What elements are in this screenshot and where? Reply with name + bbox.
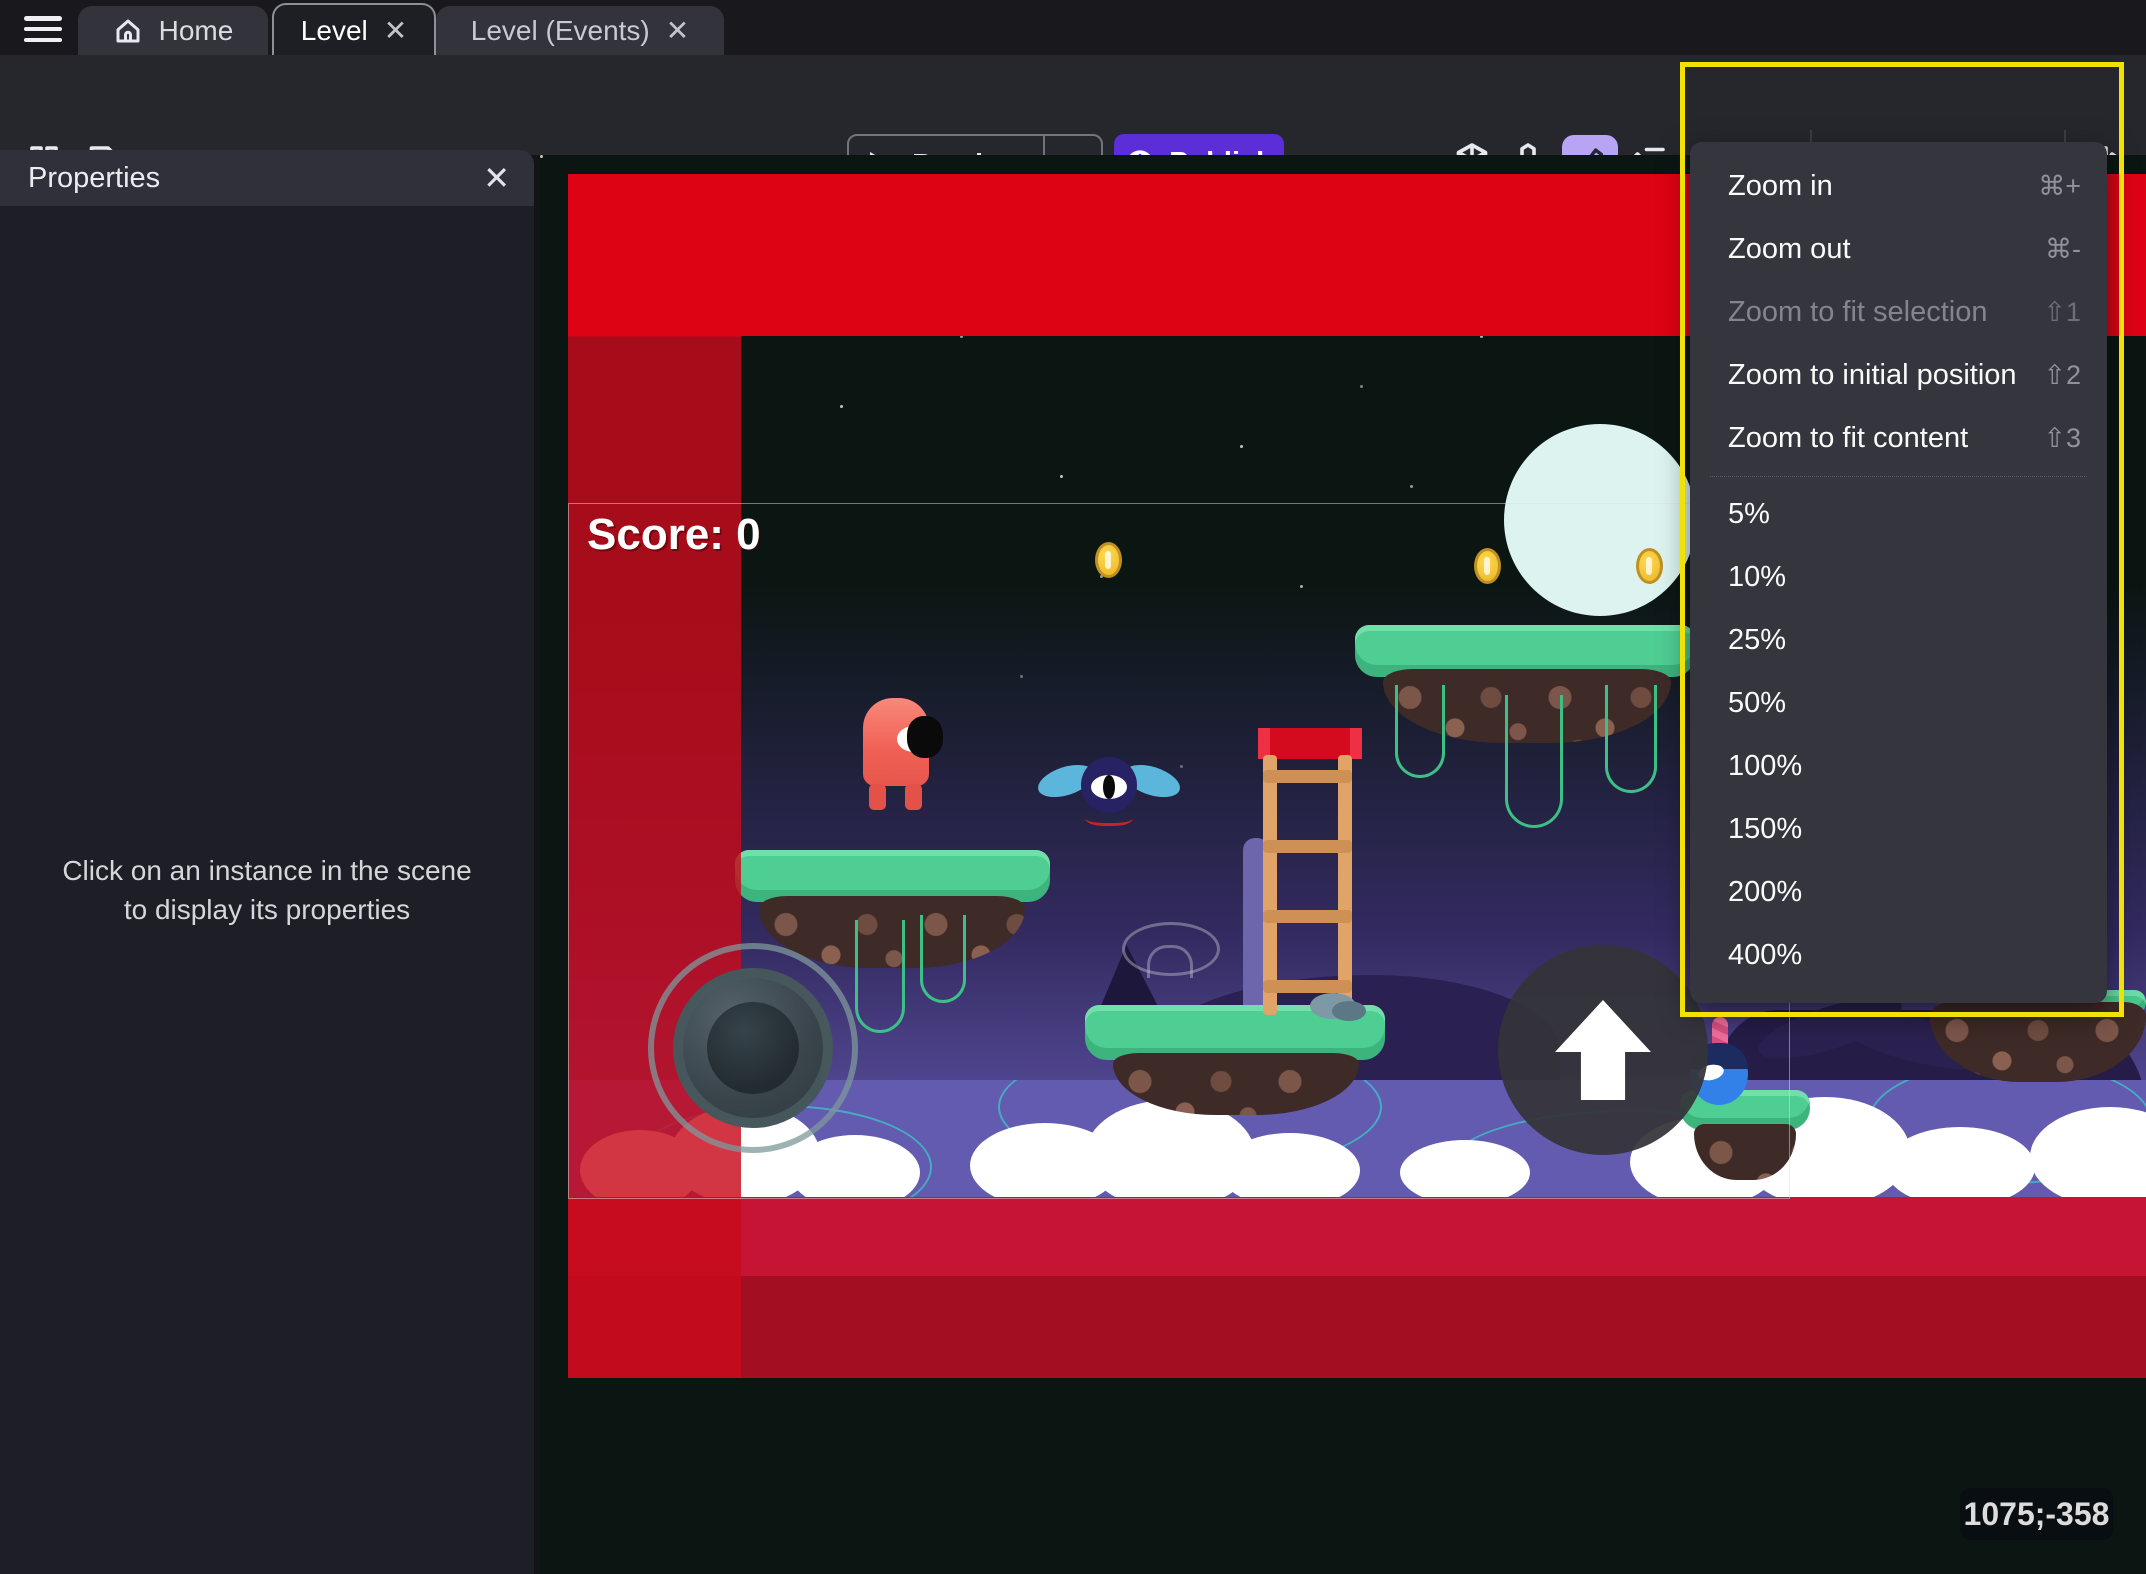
menu-item-zoom-out[interactable]: Zoom out ⌘- xyxy=(1690,218,2107,281)
menu-item-zoom-100[interactable]: 100% xyxy=(1690,735,2107,798)
properties-panel-body: Click on an instance in the scene to dis… xyxy=(0,206,534,1574)
stars xyxy=(540,155,543,158)
close-icon[interactable]: ✕ xyxy=(483,162,510,194)
up-arrow-icon xyxy=(1555,1000,1651,1100)
close-tab-icon[interactable]: ✕ xyxy=(666,16,689,45)
cloud xyxy=(1885,1127,2035,1207)
properties-empty-message: Click on an instance in the scene to dis… xyxy=(62,854,472,925)
coin-sprite[interactable] xyxy=(1636,548,1663,584)
menu-item-zoom-200[interactable]: 200% xyxy=(1690,861,2107,924)
gdevelop-app: Home Level ✕ Level (Events) ✕ Preview xyxy=(0,0,2146,1574)
coin-sprite[interactable] xyxy=(1474,548,1501,584)
menu-item-zoom-10[interactable]: 10% xyxy=(1690,546,2107,609)
menu-item-zoom-fit-selection: Zoom to fit selection ⇧1 xyxy=(1728,296,2081,328)
properties-panel-header: Properties ✕ xyxy=(0,150,534,206)
red-floor-lower[interactable] xyxy=(568,1276,2146,1378)
menu-item-zoom-fit-content[interactable]: Zoom to fit content ⇧3 xyxy=(1690,407,2107,470)
menu-item-zoom-5[interactable]: 5% xyxy=(1690,483,2107,546)
close-tab-icon[interactable]: ✕ xyxy=(384,17,407,45)
menu-item-zoom-initial-position[interactable]: Zoom to initial position ⇧2 xyxy=(1690,344,2107,407)
platform-right-edge[interactable] xyxy=(1930,990,2146,1120)
main-menu-icon[interactable] xyxy=(24,16,62,42)
tab-bar: Home Level ✕ Level (Events) ✕ xyxy=(0,0,2146,57)
menu-item-zoom-in[interactable]: Zoom in ⌘+ xyxy=(1690,155,2107,218)
tab-home[interactable]: Home xyxy=(78,6,268,55)
menu-item-zoom-150[interactable]: 150% xyxy=(1690,798,2107,861)
menu-item-zoom-50[interactable]: 50% xyxy=(1690,672,2107,735)
menu-divider xyxy=(1710,476,2087,477)
properties-panel-title: Properties xyxy=(28,161,161,194)
joystick-center xyxy=(707,1002,799,1094)
cursor-coordinates-badge: 1075;-358 xyxy=(1960,1488,2113,1540)
menu-item-zoom-25[interactable]: 25% xyxy=(1690,609,2107,672)
tab-level-label: Level xyxy=(300,15,368,46)
tab-level[interactable]: Level ✕ xyxy=(272,3,436,57)
menu-item-zoom-400[interactable]: 400% xyxy=(1690,924,2107,987)
tab-home-label: Home xyxy=(158,14,234,46)
coin-sprite[interactable] xyxy=(1095,542,1122,578)
toolbar: Preview Publish xyxy=(0,55,2146,197)
score-text: Score: 0 xyxy=(587,510,761,559)
tab-level-events[interactable]: Level (Events) ✕ xyxy=(436,6,724,55)
jump-button[interactable] xyxy=(1498,945,1708,1155)
tab-level-events-label: Level (Events) xyxy=(470,14,650,46)
zoom-menu: Zoom in ⌘+ Zoom out ⌘- Zoom to fit selecti… xyxy=(1690,142,2107,1003)
red-floor-upper[interactable] xyxy=(568,1197,2146,1276)
home-icon xyxy=(116,19,140,42)
